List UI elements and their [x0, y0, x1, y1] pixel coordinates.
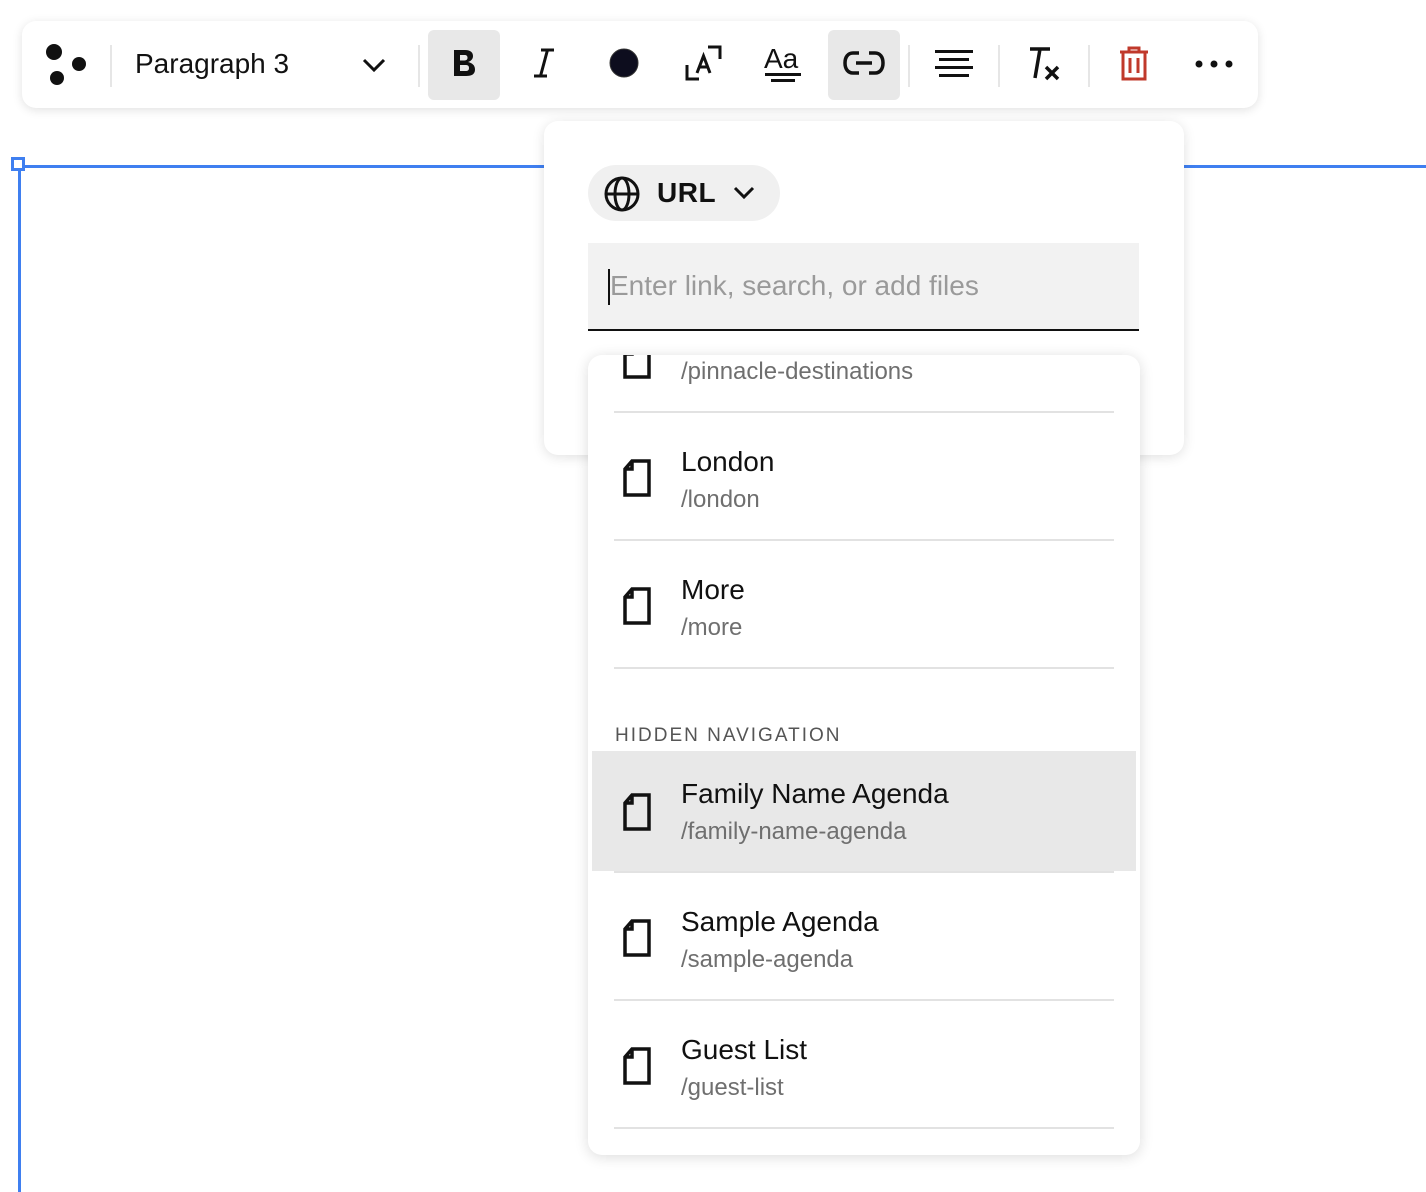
- list-item[interactable]: London /london: [592, 413, 1136, 539]
- paragraph-style-select[interactable]: Paragraph 3: [122, 30, 402, 100]
- align-button[interactable]: [918, 30, 990, 100]
- result-slug: /family-name-agenda: [681, 818, 907, 845]
- font-style-button[interactable]: Aa: [748, 30, 820, 100]
- svg-text:Aa: Aa: [764, 43, 799, 74]
- page-icon: [622, 459, 652, 502]
- result-slug: /more: [681, 614, 743, 641]
- resize-handle[interactable]: [11, 157, 25, 171]
- result-title: Guest List: [681, 1034, 808, 1065]
- trash-icon: [1118, 45, 1150, 86]
- result-title: Sample Agenda: [681, 906, 879, 937]
- link-results-dropdown[interactable]: /pinnacle-destinations London /london Mo…: [588, 355, 1140, 1155]
- text-color-button[interactable]: [588, 30, 660, 100]
- result-title: London: [681, 446, 775, 477]
- bold-button[interactable]: [428, 30, 500, 100]
- align-icon: [934, 48, 974, 83]
- page-icon: [622, 587, 652, 630]
- text-size-button[interactable]: [668, 30, 740, 100]
- list-item-highlighted[interactable]: Family Name Agenda /family-name-agenda: [592, 751, 1136, 871]
- delete-button[interactable]: [1098, 30, 1170, 100]
- clear-format-button[interactable]: [1008, 30, 1080, 100]
- link-input-field: [588, 243, 1139, 331]
- selection-frame-left: [18, 165, 21, 1192]
- more-button[interactable]: [1178, 30, 1250, 100]
- globe-icon: [603, 175, 641, 218]
- three-dots-logo-icon[interactable]: [42, 43, 90, 87]
- list-item[interactable]: Guest List /guest-list: [592, 1001, 1136, 1127]
- link-search-input[interactable]: [606, 263, 1120, 309]
- link-icon: [842, 48, 886, 83]
- result-slug: /pinnacle-destinations: [681, 358, 914, 385]
- text-caret: [608, 269, 610, 305]
- link-button[interactable]: [828, 30, 900, 100]
- clear-format-icon: [1026, 45, 1062, 86]
- bold-icon: [450, 47, 478, 84]
- section-header-hidden-navigation: HIDDEN NAVIGATION: [615, 725, 842, 746]
- page-icon: [622, 355, 652, 384]
- page-icon: [622, 793, 652, 836]
- chevron-down-icon: [733, 183, 755, 208]
- result-slug: /london: [681, 486, 760, 513]
- formatting-toolbar: Paragraph 3 Aa: [22, 21, 1258, 108]
- italic-icon: [532, 47, 556, 84]
- link-type-selector[interactable]: URL: [588, 165, 780, 221]
- page-icon: [622, 1047, 652, 1090]
- paragraph-style-label: Paragraph 3: [135, 48, 290, 79]
- more-horizontal-icon: [1194, 56, 1234, 74]
- result-title: Family Name Agenda: [681, 778, 949, 809]
- page-icon: [622, 919, 652, 962]
- list-item[interactable]: Sample Agenda /sample-agenda: [592, 873, 1136, 999]
- link-type-label: URL: [657, 177, 717, 208]
- text-size-icon: [684, 43, 724, 88]
- result-title: More: [681, 574, 745, 605]
- result-slug: /guest-list: [681, 1074, 784, 1101]
- list-item[interactable]: /pinnacle-destinations: [592, 355, 1136, 411]
- color-swatch-icon: [608, 47, 640, 84]
- list-item[interactable]: More /more: [592, 541, 1136, 667]
- italic-button[interactable]: [508, 30, 580, 100]
- chevron-down-icon: [362, 54, 386, 81]
- font-style-icon: Aa: [763, 43, 805, 88]
- result-slug: /sample-agenda: [681, 946, 854, 973]
- divider: [614, 667, 1114, 669]
- divider: [614, 1127, 1114, 1129]
